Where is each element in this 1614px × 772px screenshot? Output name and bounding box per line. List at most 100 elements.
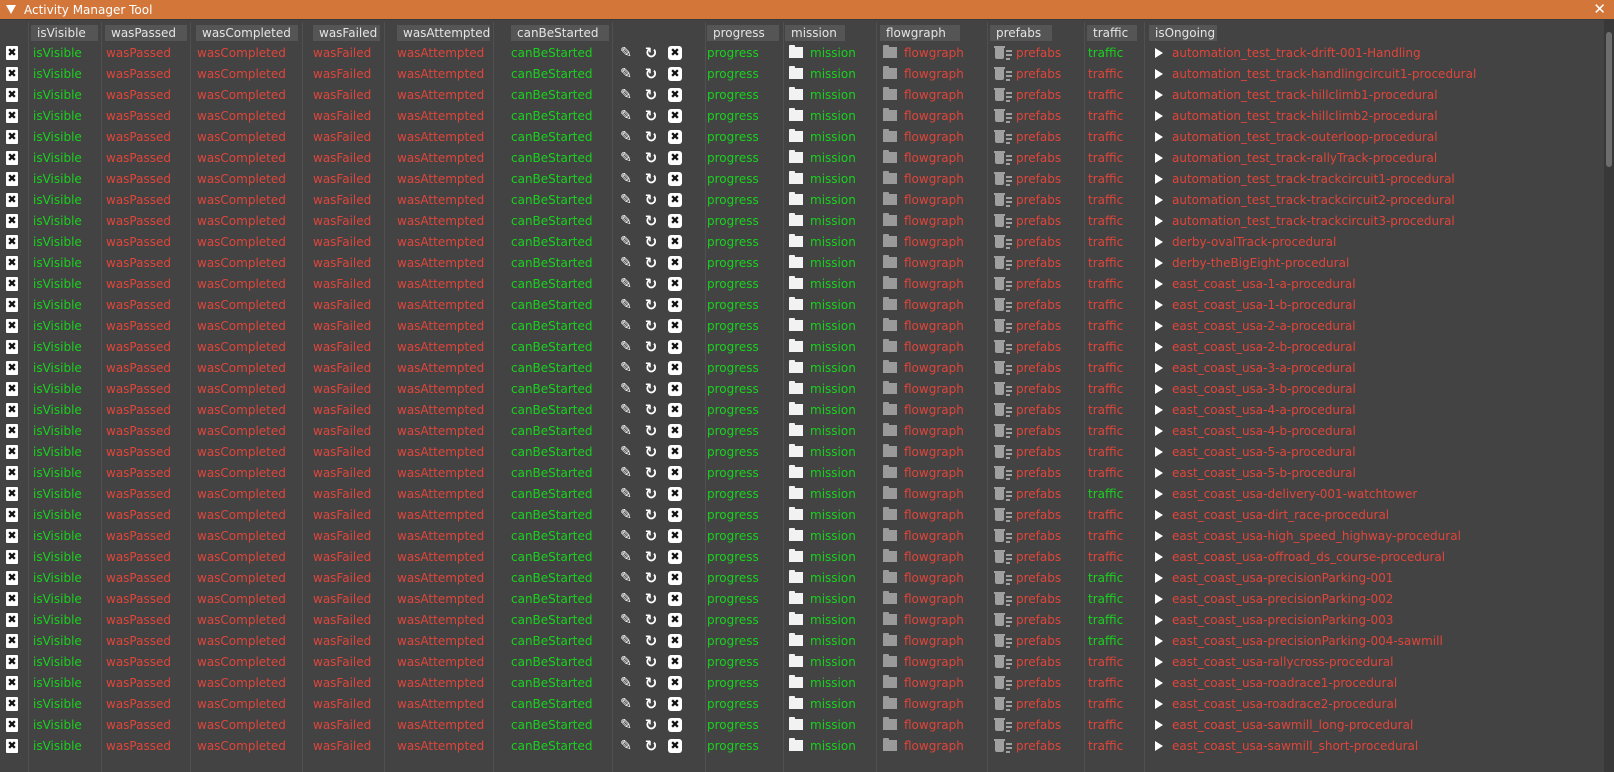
delete-trash-icon[interactable]: ✖ bbox=[5, 676, 19, 690]
delete-trash-icon[interactable]: ✖ bbox=[5, 319, 19, 333]
reload-icon[interactable]: ↻ bbox=[644, 485, 658, 503]
remove-x-icon[interactable]: ✖ bbox=[668, 361, 682, 375]
mission-folder-icon[interactable] bbox=[789, 591, 803, 604]
flowgraph-folder-icon[interactable] bbox=[883, 150, 897, 163]
reload-icon[interactable]: ↻ bbox=[644, 527, 658, 545]
mission-folder-icon[interactable] bbox=[789, 276, 803, 289]
header-wasCompleted[interactable]: wasCompleted bbox=[196, 25, 298, 41]
start-play-icon[interactable] bbox=[1155, 468, 1163, 478]
flowgraph-folder-icon[interactable] bbox=[883, 717, 897, 730]
start-play-icon[interactable] bbox=[1155, 510, 1163, 520]
mission-folder-icon[interactable] bbox=[789, 486, 803, 499]
flowgraph-folder-icon[interactable] bbox=[883, 633, 897, 646]
delete-trash-icon[interactable]: ✖ bbox=[5, 697, 19, 711]
prefabs-trash-list-icon[interactable] bbox=[994, 718, 1013, 733]
mission-folder-icon[interactable] bbox=[789, 381, 803, 394]
delete-trash-icon[interactable]: ✖ bbox=[5, 739, 19, 753]
reload-icon[interactable]: ↻ bbox=[644, 737, 658, 755]
vertical-scrollbar[interactable] bbox=[1604, 20, 1614, 772]
delete-trash-icon[interactable]: ✖ bbox=[5, 487, 19, 501]
reload-icon[interactable]: ↻ bbox=[644, 65, 658, 83]
prefabs-trash-list-icon[interactable] bbox=[994, 361, 1013, 376]
mission-folder-icon[interactable] bbox=[789, 675, 803, 688]
delete-trash-icon[interactable]: ✖ bbox=[5, 571, 19, 585]
start-play-icon[interactable] bbox=[1155, 636, 1163, 646]
mission-folder-icon[interactable] bbox=[789, 402, 803, 415]
delete-trash-icon[interactable]: ✖ bbox=[5, 424, 19, 438]
start-play-icon[interactable] bbox=[1155, 573, 1163, 583]
reload-icon[interactable]: ↻ bbox=[644, 275, 658, 293]
flowgraph-folder-icon[interactable] bbox=[883, 507, 897, 520]
mission-folder-icon[interactable] bbox=[789, 444, 803, 457]
start-play-icon[interactable] bbox=[1155, 132, 1163, 142]
reload-icon[interactable]: ↻ bbox=[644, 611, 658, 629]
reload-icon[interactable]: ↻ bbox=[644, 254, 658, 272]
edit-pencil-icon[interactable]: ✎ bbox=[619, 381, 633, 397]
delete-trash-icon[interactable]: ✖ bbox=[5, 613, 19, 627]
header-canBeStarted[interactable]: canBeStarted bbox=[511, 25, 609, 41]
flowgraph-folder-icon[interactable] bbox=[883, 255, 897, 268]
mission-folder-icon[interactable] bbox=[789, 66, 803, 79]
start-play-icon[interactable] bbox=[1155, 48, 1163, 58]
delete-trash-icon[interactable]: ✖ bbox=[5, 193, 19, 207]
reload-icon[interactable]: ↻ bbox=[644, 296, 658, 314]
mission-folder-icon[interactable] bbox=[789, 360, 803, 373]
edit-pencil-icon[interactable]: ✎ bbox=[619, 150, 633, 166]
remove-x-icon[interactable]: ✖ bbox=[668, 382, 682, 396]
mission-folder-icon[interactable] bbox=[789, 465, 803, 478]
delete-trash-icon[interactable]: ✖ bbox=[5, 550, 19, 564]
remove-x-icon[interactable]: ✖ bbox=[668, 718, 682, 732]
header-flowgraph[interactable]: flowgraph bbox=[880, 25, 960, 41]
prefabs-trash-list-icon[interactable] bbox=[994, 88, 1013, 103]
flowgraph-folder-icon[interactable] bbox=[883, 192, 897, 205]
flowgraph-folder-icon[interactable] bbox=[883, 129, 897, 142]
start-play-icon[interactable] bbox=[1155, 237, 1163, 247]
start-play-icon[interactable] bbox=[1155, 153, 1163, 163]
prefabs-trash-list-icon[interactable] bbox=[994, 529, 1013, 544]
start-play-icon[interactable] bbox=[1155, 342, 1163, 352]
start-play-icon[interactable] bbox=[1155, 384, 1163, 394]
flowgraph-folder-icon[interactable] bbox=[883, 339, 897, 352]
flowgraph-folder-icon[interactable] bbox=[883, 402, 897, 415]
start-play-icon[interactable] bbox=[1155, 699, 1163, 709]
mission-folder-icon[interactable] bbox=[789, 570, 803, 583]
edit-pencil-icon[interactable]: ✎ bbox=[619, 570, 633, 586]
flowgraph-folder-icon[interactable] bbox=[883, 696, 897, 709]
flowgraph-folder-icon[interactable] bbox=[883, 423, 897, 436]
mission-folder-icon[interactable] bbox=[789, 129, 803, 142]
delete-trash-icon[interactable]: ✖ bbox=[5, 382, 19, 396]
reload-icon[interactable]: ↻ bbox=[644, 212, 658, 230]
delete-trash-icon[interactable]: ✖ bbox=[5, 88, 19, 102]
delete-trash-icon[interactable]: ✖ bbox=[5, 403, 19, 417]
edit-pencil-icon[interactable]: ✎ bbox=[619, 633, 633, 649]
remove-x-icon[interactable]: ✖ bbox=[668, 592, 682, 606]
edit-pencil-icon[interactable]: ✎ bbox=[619, 108, 633, 124]
edit-pencil-icon[interactable]: ✎ bbox=[619, 486, 633, 502]
prefabs-trash-list-icon[interactable] bbox=[994, 256, 1013, 271]
flowgraph-folder-icon[interactable] bbox=[883, 444, 897, 457]
reload-icon[interactable]: ↻ bbox=[644, 548, 658, 566]
mission-folder-icon[interactable] bbox=[789, 297, 803, 310]
header-prefabs[interactable]: prefabs bbox=[990, 25, 1052, 41]
mission-folder-icon[interactable] bbox=[789, 234, 803, 247]
prefabs-trash-list-icon[interactable] bbox=[994, 613, 1013, 628]
remove-x-icon[interactable]: ✖ bbox=[668, 193, 682, 207]
start-play-icon[interactable] bbox=[1155, 279, 1163, 289]
delete-trash-icon[interactable]: ✖ bbox=[5, 361, 19, 375]
remove-x-icon[interactable]: ✖ bbox=[668, 88, 682, 102]
edit-pencil-icon[interactable]: ✎ bbox=[619, 654, 633, 670]
mission-folder-icon[interactable] bbox=[789, 549, 803, 562]
delete-trash-icon[interactable]: ✖ bbox=[5, 466, 19, 480]
start-play-icon[interactable] bbox=[1155, 321, 1163, 331]
delete-trash-icon[interactable]: ✖ bbox=[5, 529, 19, 543]
remove-x-icon[interactable]: ✖ bbox=[668, 445, 682, 459]
start-play-icon[interactable] bbox=[1155, 111, 1163, 121]
edit-pencil-icon[interactable]: ✎ bbox=[619, 276, 633, 292]
start-play-icon[interactable] bbox=[1155, 447, 1163, 457]
start-play-icon[interactable] bbox=[1155, 489, 1163, 499]
mission-folder-icon[interactable] bbox=[789, 213, 803, 226]
flowgraph-folder-icon[interactable] bbox=[883, 381, 897, 394]
flowgraph-folder-icon[interactable] bbox=[883, 528, 897, 541]
edit-pencil-icon[interactable]: ✎ bbox=[619, 696, 633, 712]
header-mission[interactable]: mission bbox=[785, 25, 845, 41]
